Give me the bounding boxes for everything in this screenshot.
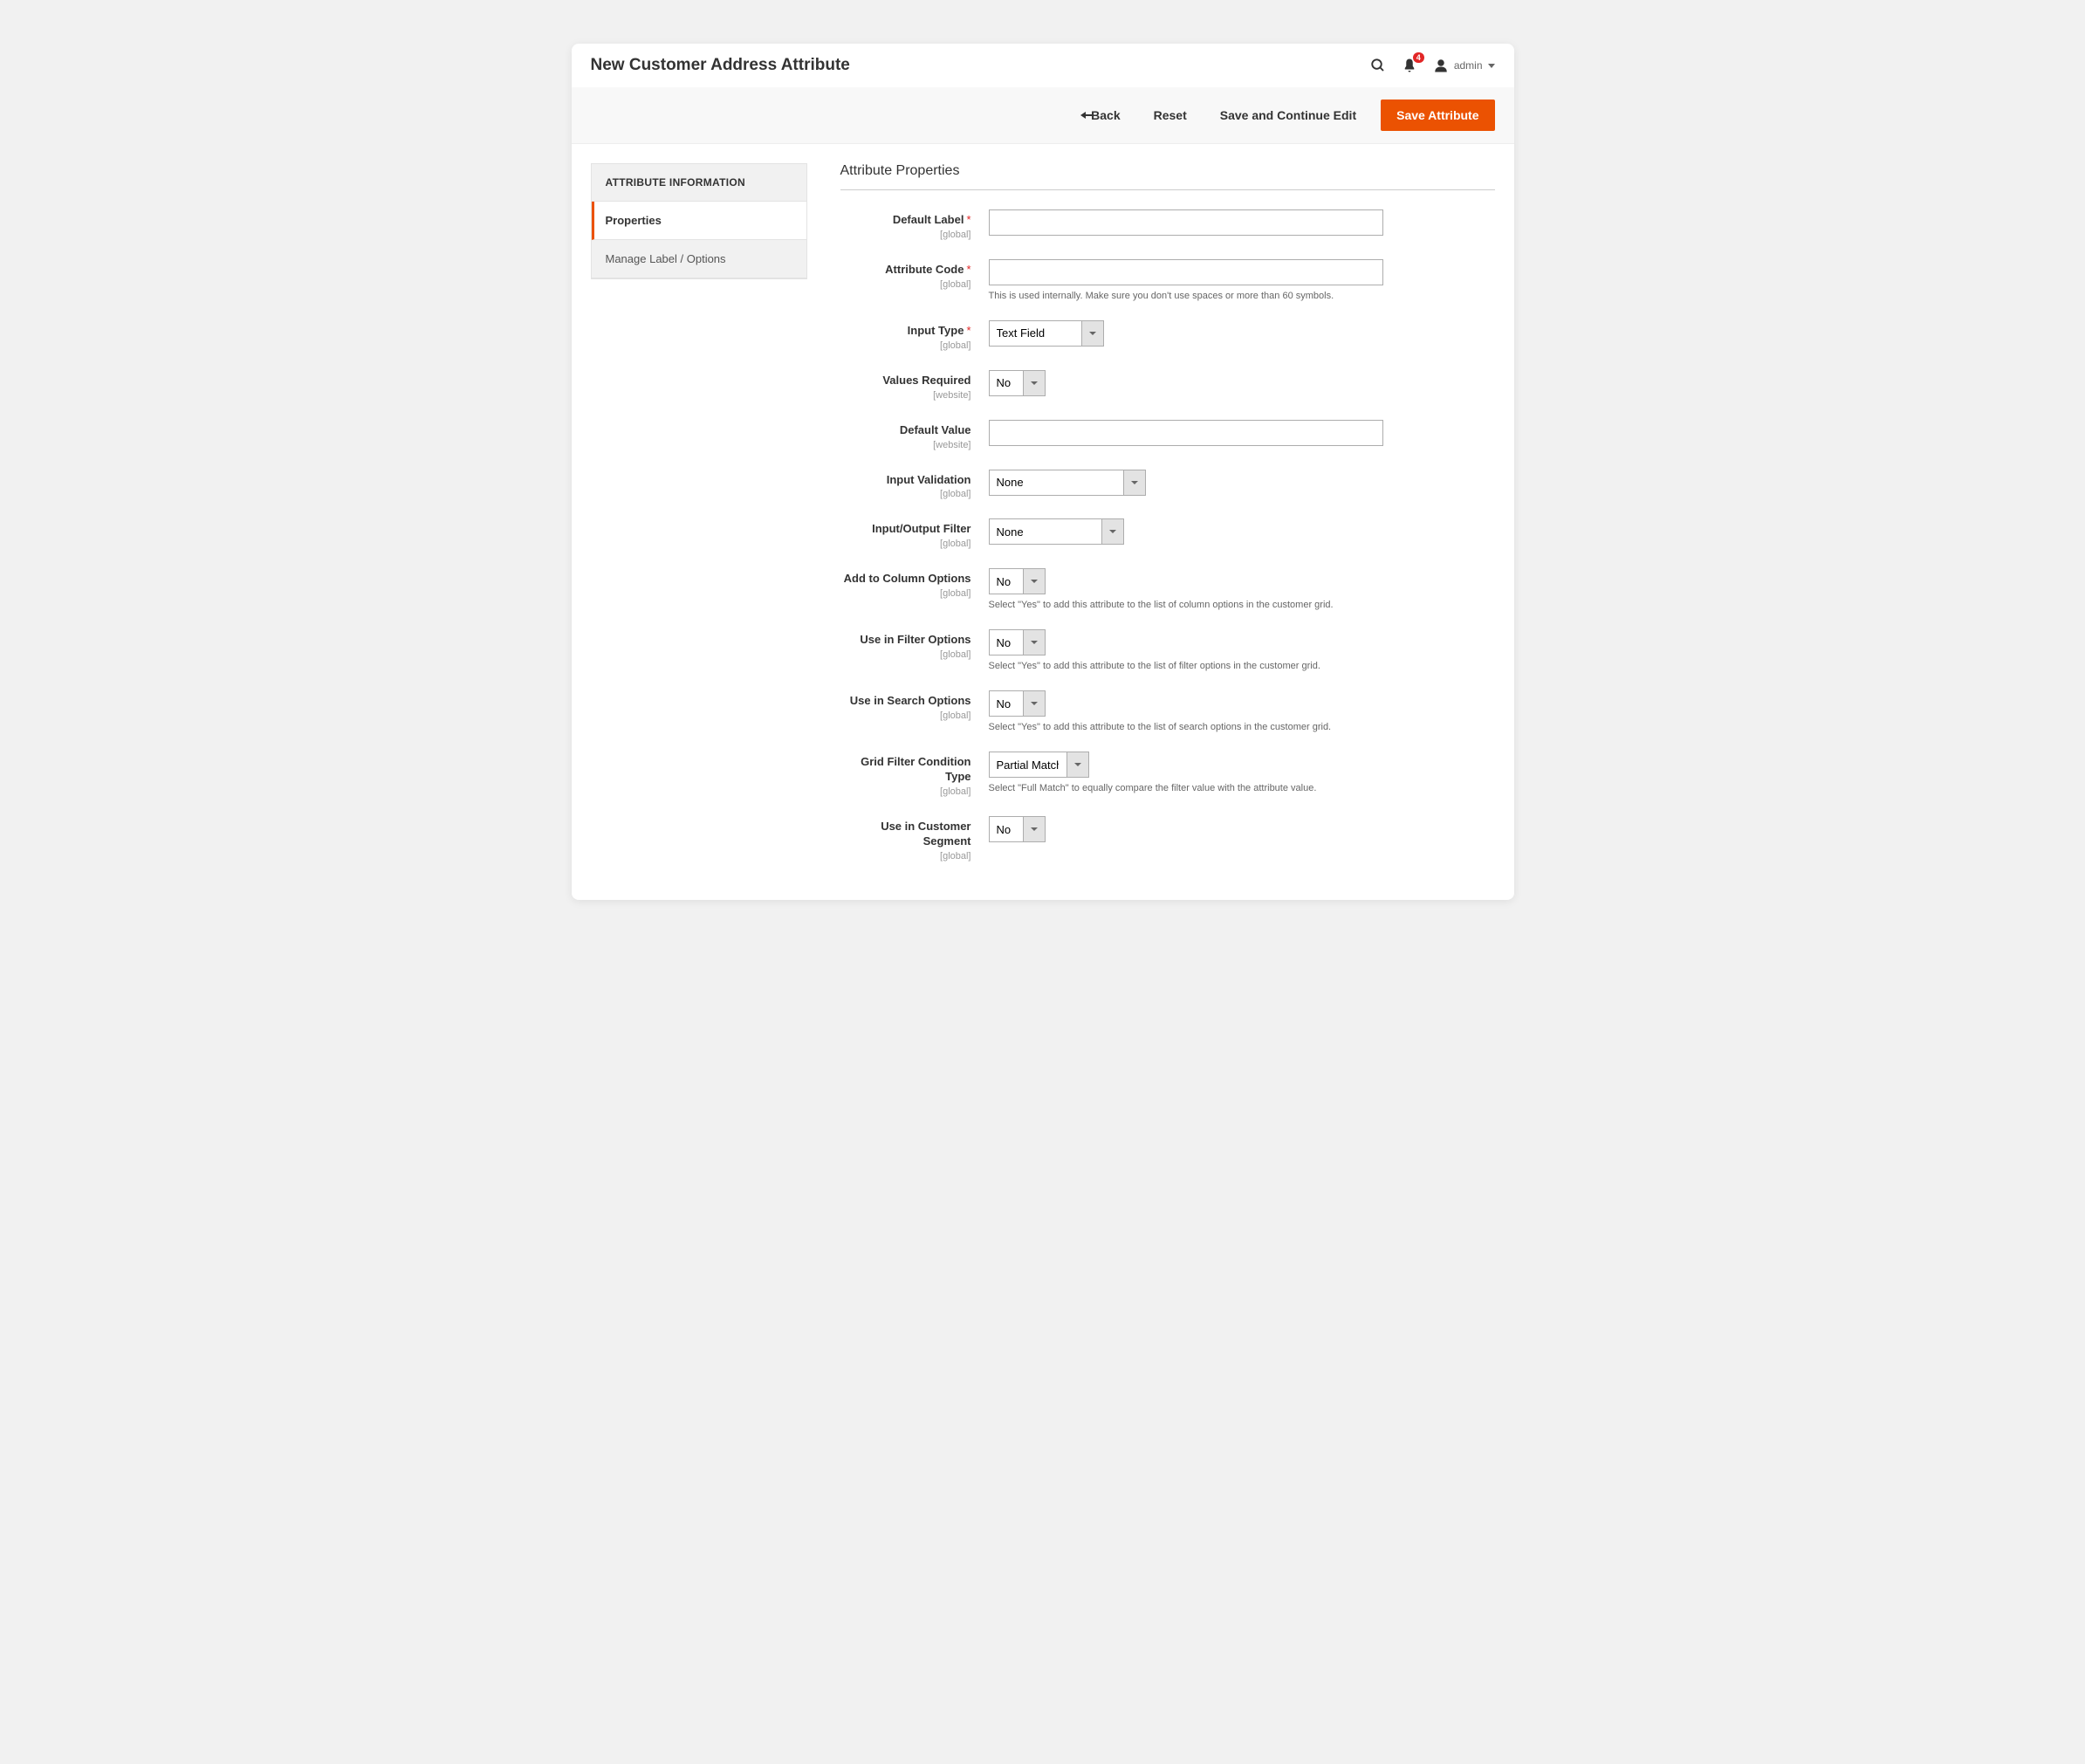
default-value-input[interactable] [989,420,1383,446]
grid-filter-help: Select "Full Match" to equally compare t… [989,783,1495,793]
scope-label: [global] [840,786,971,797]
scope-label: [global] [840,340,971,351]
add-column-select[interactable] [989,568,1046,594]
scope-label: [website] [840,440,971,450]
use-filter-help: Select "Yes" to add this attribute to th… [989,661,1495,671]
scope-label: [global] [840,539,971,549]
default-label-label: Default Label [893,213,964,226]
scope-label: [global] [840,649,971,660]
customer-segment-select[interactable] [989,816,1046,842]
notifications-button[interactable]: 4 [1402,58,1417,73]
field-io-filter: Input/Output Filter [global] [840,518,1495,549]
sidebar: ATTRIBUTE INFORMATION Properties Manage … [591,163,807,279]
add-column-help: Select "Yes" to add this attribute to th… [989,600,1495,610]
action-bar: Back Reset Save and Continue Edit Save A… [572,87,1514,144]
scope-label: [global] [840,851,971,861]
page-body: ATTRIBUTE INFORMATION Properties Manage … [572,144,1514,900]
scope-label: [global] [840,710,971,721]
default-value-label: Default Value [900,423,971,436]
arrow-left-icon [1080,112,1086,119]
use-search-label: Use in Search Options [850,694,971,707]
field-use-filter-options: Use in Filter Options [global] Select "Y… [840,629,1495,671]
page-container: New Customer Address Attribute 4 admin B… [572,44,1514,900]
main-content: Attribute Properties Default Label* [glo… [840,163,1495,881]
field-customer-segment: Use in Customer Segment [global] [840,816,1495,861]
field-default-label: Default Label* [global] [840,209,1495,240]
scope-label: [global] [840,588,971,599]
header-actions: 4 admin [1370,58,1495,73]
customer-segment-label: Use in Customer Segment [881,820,970,848]
scope-label: [global] [840,489,971,499]
input-type-label: Input Type [908,324,964,337]
back-label: Back [1091,108,1120,122]
required-mark: * [966,324,970,337]
chevron-down-icon [1488,64,1495,68]
scope-label: [website] [840,390,971,401]
username-label: admin [1454,59,1483,72]
default-label-input[interactable] [989,209,1383,236]
tab-manage-label-options[interactable]: Manage Label / Options [592,240,806,278]
tab-properties[interactable]: Properties [592,202,806,240]
io-filter-select[interactable] [989,518,1124,545]
field-attribute-code: Attribute Code* [global] This is used in… [840,259,1495,301]
input-type-select[interactable] [989,320,1104,347]
save-continue-button[interactable]: Save and Continue Edit [1211,101,1365,129]
attribute-code-input[interactable] [989,259,1383,285]
notification-badge: 4 [1413,52,1424,63]
use-filter-label: Use in Filter Options [860,633,970,646]
attribute-code-help: This is used internally. Make sure you d… [989,291,1495,301]
search-icon [1370,58,1386,73]
field-input-type: Input Type* [global] [840,320,1495,351]
user-menu[interactable]: admin [1433,58,1495,73]
add-column-label: Add to Column Options [844,572,971,585]
grid-filter-select[interactable] [989,752,1089,778]
values-required-select[interactable] [989,370,1046,396]
save-attribute-button[interactable]: Save Attribute [1381,100,1494,131]
use-search-help: Select "Yes" to add this attribute to th… [989,722,1495,732]
input-validation-select[interactable] [989,470,1146,496]
section-title: Attribute Properties [840,163,1495,190]
input-validation-label: Input Validation [887,473,971,486]
field-default-value: Default Value [website] [840,420,1495,450]
field-values-required: Values Required [website] [840,370,1495,401]
page-title: New Customer Address Attribute [591,56,850,75]
attribute-code-label: Attribute Code [885,263,964,276]
field-input-validation: Input Validation [global] [840,470,1495,500]
use-filter-select[interactable] [989,629,1046,655]
search-button[interactable] [1370,58,1386,73]
back-button[interactable]: Back [1072,101,1128,129]
io-filter-label: Input/Output Filter [872,522,970,535]
use-search-select[interactable] [989,690,1046,717]
field-grid-filter-condition: Grid Filter Condition Type [global] Sele… [840,752,1495,797]
required-mark: * [966,213,970,226]
user-icon [1433,58,1449,73]
scope-label: [global] [840,230,971,240]
field-use-search-options: Use in Search Options [global] Select "Y… [840,690,1495,732]
reset-button[interactable]: Reset [1145,101,1196,129]
values-required-label: Values Required [882,374,970,387]
scope-label: [global] [840,279,971,290]
field-add-column-options: Add to Column Options [global] Select "Y… [840,568,1495,610]
sidebar-title: ATTRIBUTE INFORMATION [592,164,806,202]
page-header: New Customer Address Attribute 4 admin [572,44,1514,87]
grid-filter-label: Grid Filter Condition Type [861,755,970,783]
required-mark: * [966,263,970,276]
